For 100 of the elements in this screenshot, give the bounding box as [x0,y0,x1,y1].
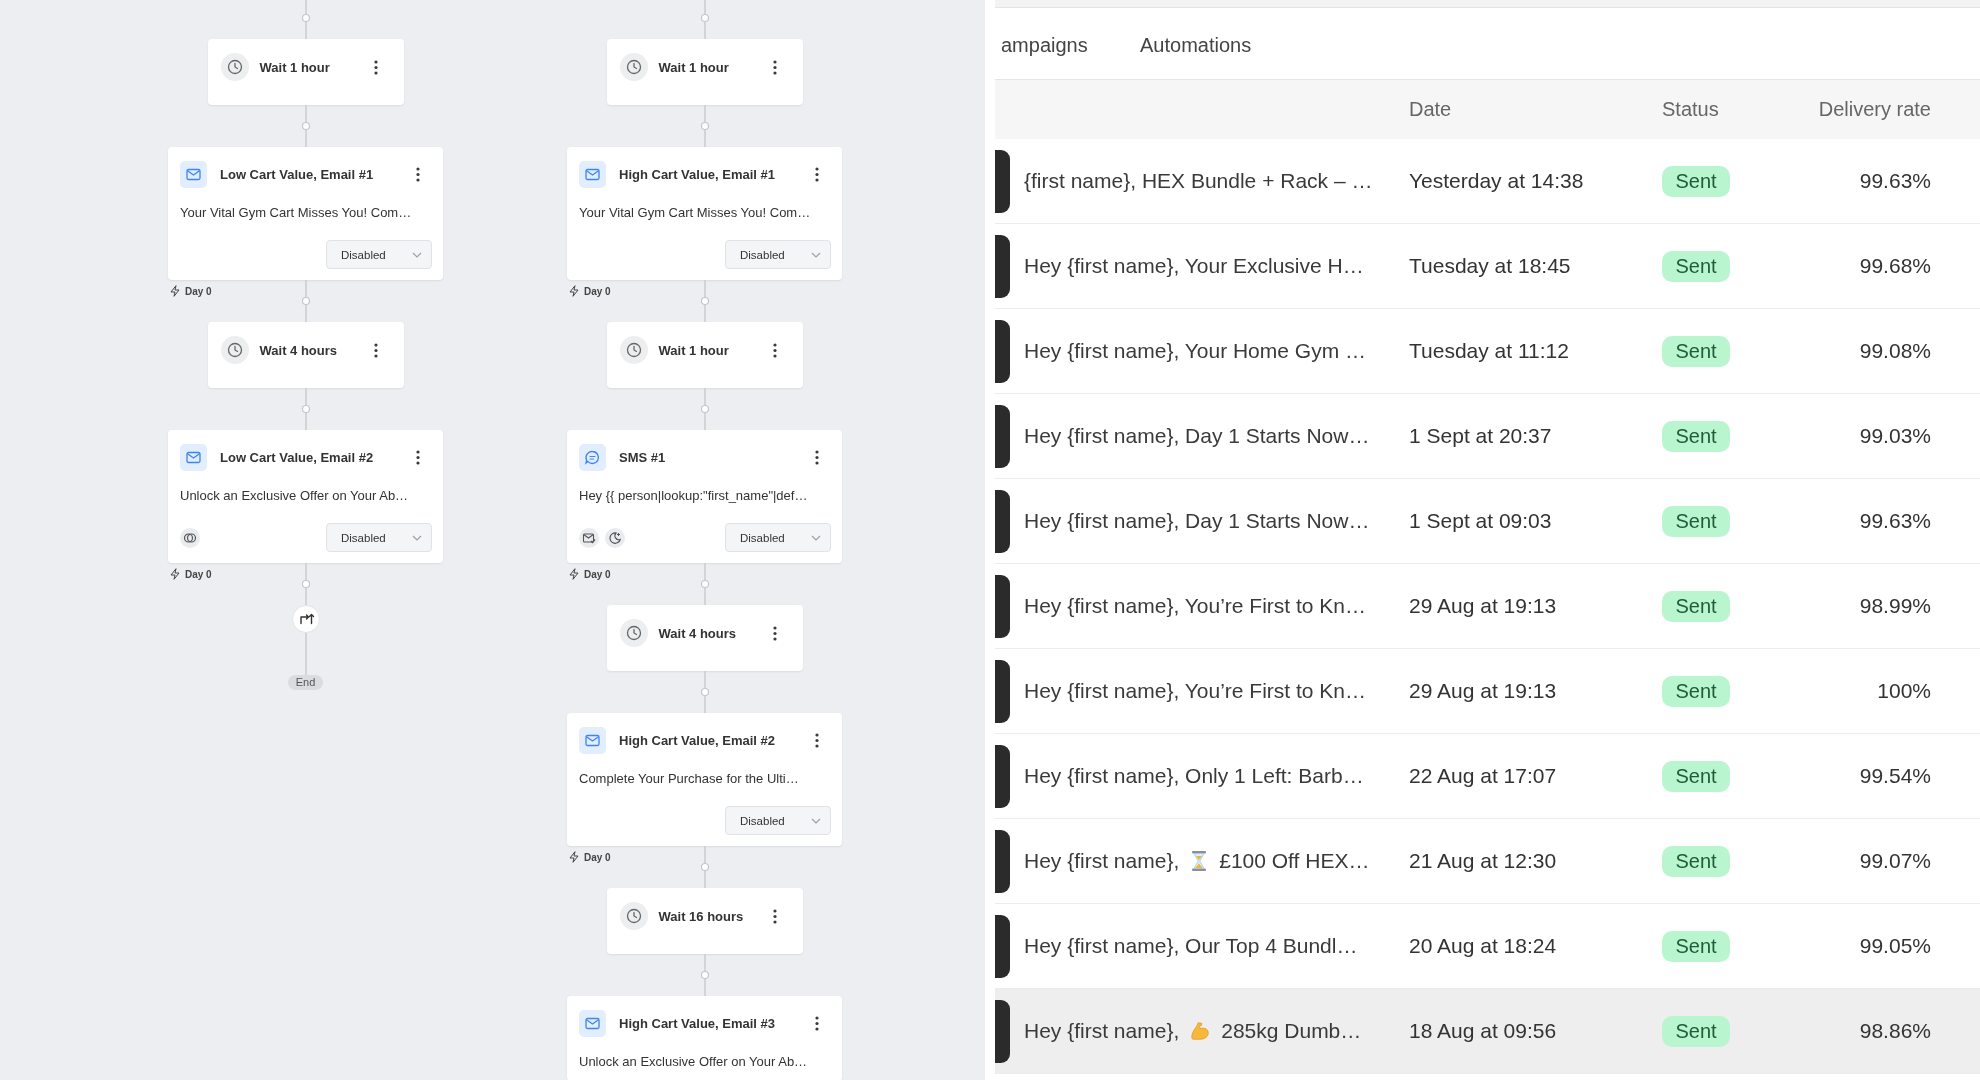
thumbnail-placeholder [995,149,1010,213]
envelope-check-icon [579,527,599,548]
subject-text: Hey {first name}, You’re First to Kn… [1024,679,1366,703]
delivery-rate-text: 99.08% [1859,339,1931,363]
wait-step-card[interactable]: Wait 1 hour [606,322,803,388]
status-badge: Sent [1662,165,1730,197]
connector-line [699,0,710,39]
more-icon[interactable] [815,1016,819,1031]
email-step-card[interactable]: Low Cart Value, Email #2 Unlock an Exclusive Offer on Your Ab… Disabled [168,430,443,563]
day-label: Day 0 [185,568,212,580]
clock-icon [619,902,648,930]
end-marker: End [287,675,324,690]
more-icon[interactable] [815,733,819,748]
connector-line [699,954,710,996]
status-badge: Sent [1662,335,1730,367]
more-icon[interactable] [772,342,777,358]
delivery-rate-text: 99.63% [1859,509,1931,533]
step-title: High Cart Value, Email #1 [619,167,777,182]
delivery-rate-text: 99.07% [1859,849,1931,873]
wait-step-card[interactable]: Wait 16 hours [606,888,803,954]
delivery-rate-text: 100% [1877,679,1931,703]
date-text: 1 Sept at 09:03 [1409,509,1552,533]
step-title: Wait 1 hour [658,59,730,75]
envelope-icon [579,1010,606,1037]
message-preview: Complete Your Purchase for the Ulti… [579,771,800,787]
status-badge: Sent [1662,590,1730,622]
message-preview: Unlock an Exclusive Offer on Your Ab… [180,488,410,504]
arrows-icon[interactable] [291,605,320,633]
envelope-icon [180,444,207,471]
clock-icon [619,619,648,647]
lightning-icon [569,285,579,297]
subject-text: Hey {first name}, [1024,849,1180,873]
column-header: Date [1409,98,1453,121]
lightning-icon [170,568,180,580]
connector-line [699,388,710,430]
subject-text: Hey {first name}, You’re First to Kn… [1024,594,1366,618]
thumbnail-placeholder [995,659,1010,723]
connector-line [699,563,710,605]
more-icon[interactable] [373,59,378,75]
envelope-icon [579,161,606,188]
wait-step-card[interactable]: Wait 4 hours [207,322,404,388]
chevron-down-icon [412,251,422,258]
email-step-card[interactable]: High Cart Value, Email #1 Your Vital Gym Cart Misses You! Com… Disabled [567,147,842,280]
lightning-icon [569,568,579,580]
step-title: Low Cart Value, Email #2 [220,450,375,465]
connector-line [300,388,311,430]
more-icon[interactable] [772,59,777,75]
more-icon[interactable] [815,167,819,182]
subject-text: Hey {first name}, [1024,1019,1180,1043]
more-icon[interactable] [772,625,777,641]
status-badge: Sent [1662,420,1730,452]
more-icon[interactable] [416,167,420,182]
envelope-icon [579,727,606,754]
message-preview: Hey {{ person|lookup:"first_name"|def… [579,488,809,504]
email-step-card[interactable]: High Cart Value, Email #3 Unlock an Exclusive Offer on Your Ab… [567,996,842,1080]
message-preview: Unlock an Exclusive Offer on Your Ab… [579,1054,809,1070]
date-text: 22 Aug at 17:07 [1409,764,1557,788]
thumbnail-placeholder [995,744,1010,808]
status-dropdown[interactable]: Disabled [326,240,432,269]
clock-icon [220,53,249,81]
thumbnail-placeholder [995,319,1010,383]
wait-step-card[interactable]: Wait 1 hour [207,39,404,105]
table-row[interactable]: Hey {first name}, 285kg Dumb… 18 Aug at 09:56 Sent 98.86% [995,989,1980,1074]
status-badge: Sent [1662,845,1730,877]
sms-step-card[interactable]: SMS #1 Hey {{ person|lookup:"first_name"|def… Disabled [567,430,842,563]
more-icon[interactable] [416,450,420,465]
delivery-rate-text: 99.63% [1859,169,1931,193]
tab[interactable]: ampaigns [1001,29,1088,61]
status-dropdown[interactable]: Disabled [725,523,831,552]
thumbnail-placeholder [995,829,1010,893]
status-dropdown[interactable]: Disabled [725,806,831,835]
status-badge: Sent [1662,675,1730,707]
lightning-icon [569,851,579,863]
delivery-rate-text: 99.03% [1859,424,1931,448]
moon-icon [605,527,625,548]
wait-step-card[interactable]: Wait 1 hour [606,39,803,105]
subject-text: 285kg Dumb… [1221,1019,1362,1043]
wait-step-card[interactable]: Wait 4 hours [606,605,803,671]
clock-icon [619,336,648,364]
email-step-card[interactable]: Low Cart Value, Email #1 Your Vital Gym Cart Misses You! Com… Disabled [168,147,443,280]
column-header: Delivery rate [1818,98,1931,121]
connector-line [699,105,710,147]
connector-line [300,105,311,147]
subject-text: Hey {first name}, Our Top 4 Bundl… [1024,934,1358,958]
status-badge: Sent [1662,760,1730,792]
step-title: Wait 1 hour [658,342,730,358]
more-icon[interactable] [815,450,819,465]
date-text: Tuesday at 18:45 [1409,254,1571,278]
more-icon[interactable] [772,908,777,924]
delivery-rate-text: 98.99% [1859,594,1931,618]
message-preview: Your Vital Gym Cart Misses You! Com… [180,205,413,221]
more-icon[interactable] [373,342,378,358]
email-step-card[interactable]: High Cart Value, Email #2 Complete Your Purchase for the Ulti… Disabled [567,713,842,846]
lightning-icon [170,285,180,297]
date-text: 20 Aug at 18:24 [1409,934,1557,958]
thumbnail-placeholder [995,489,1010,553]
tab[interactable]: Automations [1140,29,1252,61]
thumbnail-placeholder [995,404,1010,468]
status-dropdown[interactable]: Disabled [326,523,432,552]
status-dropdown[interactable]: Disabled [725,240,831,269]
